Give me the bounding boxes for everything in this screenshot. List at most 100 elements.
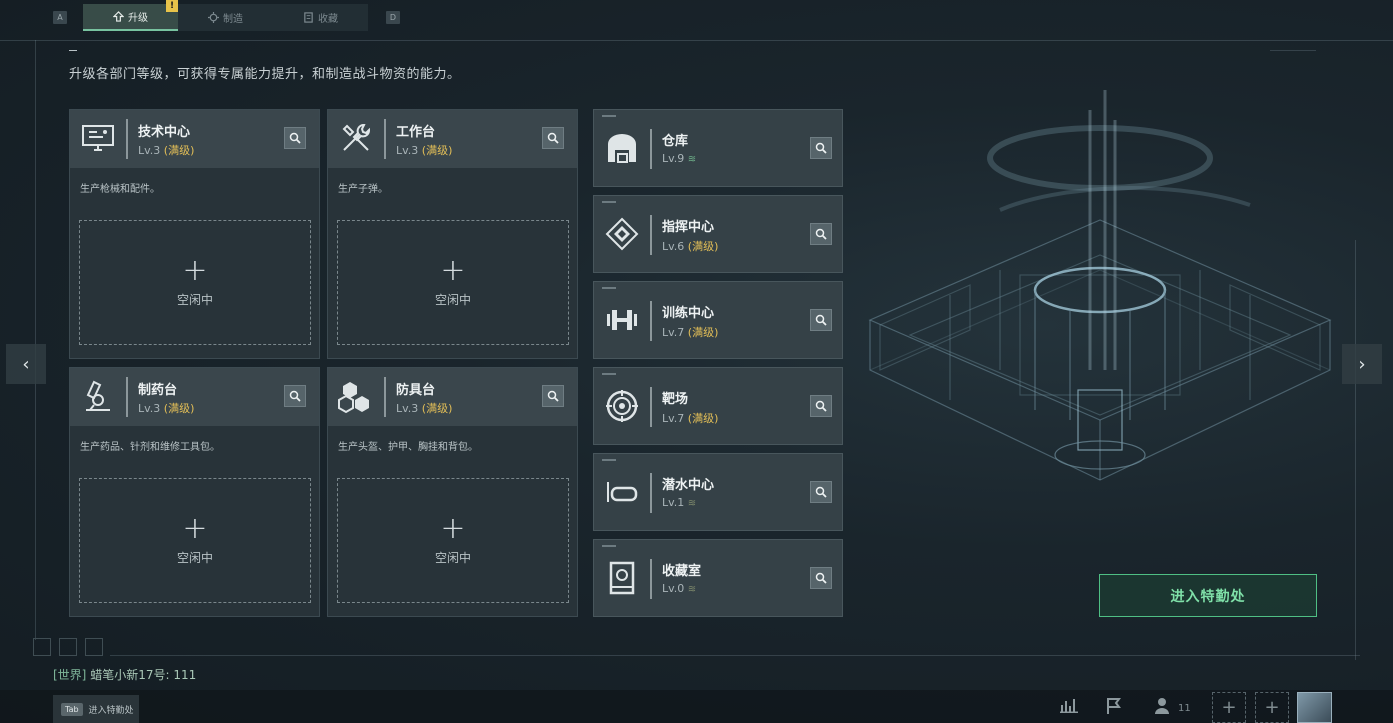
department-card-command-center[interactable]: 指挥中心 Lv.6 (满级)	[593, 195, 843, 273]
station-card-header: 工作台 Lv.3 (满级)	[328, 110, 577, 168]
header-divider	[650, 559, 652, 599]
station-card-armor[interactable]: 防具台 Lv.3 (满级) 生产头盔、护甲、胸挂和背包。 + 空闲中	[327, 367, 578, 617]
max-level-tag: (满级)	[421, 144, 453, 157]
level-value: Lv.6	[662, 240, 685, 253]
department-card-collection-room[interactable]: 收藏室 Lv.0 ≋	[593, 539, 843, 617]
station-name: 技术中心	[138, 125, 191, 140]
inspect-button[interactable]	[810, 223, 832, 245]
department-level: Lv.0 ≋	[662, 582, 696, 595]
inspect-button[interactable]	[810, 481, 832, 503]
search-icon	[815, 142, 827, 154]
inspect-button[interactable]	[542, 385, 564, 407]
enter-special-ops-button[interactable]: 进入特勤处	[1099, 574, 1317, 617]
card-tick	[602, 201, 616, 203]
armor-blocks-icon	[338, 382, 369, 414]
department-level: Lv.6 (满级)	[662, 238, 718, 254]
inspect-button[interactable]	[810, 395, 832, 417]
level-value: Lv.0	[662, 582, 685, 595]
add-icon: +	[440, 511, 466, 546]
upgrade-arrow-icon: ≋	[687, 154, 697, 165]
tab-shortcut-hint[interactable]: Tab 进入特勤处	[53, 695, 139, 723]
chat-message: [世界] 蜡笔小新17号: 111	[53, 668, 197, 682]
slot-status: 空闲中	[434, 293, 471, 307]
tab-craft[interactable]: 制造	[178, 4, 273, 31]
department-name: 潜水中心	[662, 478, 715, 493]
friends-icon[interactable]	[1153, 697, 1175, 719]
department-name: 收藏室	[662, 564, 702, 579]
station-card-pharmacy[interactable]: 制药台 Lv.3 (满级) 生产药品、针剂和维修工具包。 + 空闲中	[69, 367, 320, 617]
header-divider	[384, 119, 386, 159]
header-divider	[126, 377, 128, 417]
station-card-tech-center[interactable]: 技术中心 Lv.3 (满级) 生产枪械和配件。 + 空闲中	[69, 109, 320, 359]
max-level-tag: (满级)	[421, 402, 453, 415]
station-card-workbench[interactable]: 工作台 Lv.3 (满级) 生产子弹。 + 空闲中	[327, 109, 578, 359]
station-description: 生产头盔、护甲、胸挂和背包。	[338, 442, 478, 453]
inspect-button[interactable]	[810, 309, 832, 331]
inspect-button[interactable]	[810, 137, 832, 159]
stats-bar-chart-icon[interactable]	[1058, 697, 1080, 719]
station-description: 生产药品、针剂和维修工具包。	[80, 442, 220, 453]
add-teammate-button[interactable]: +	[1255, 692, 1289, 723]
command-chip-icon	[605, 217, 639, 251]
target-icon	[606, 390, 638, 422]
station-level: Lv.3 (满级)	[138, 400, 194, 416]
production-slot[interactable]: + 空闲中	[337, 478, 569, 603]
department-name: 指挥中心	[662, 220, 715, 235]
frame-box	[85, 638, 103, 656]
add-teammate-button[interactable]: +	[1212, 692, 1246, 723]
warehouse-icon	[608, 134, 636, 163]
station-card-header: 制药台 Lv.3 (满级)	[70, 368, 319, 426]
friend-count: 11	[1178, 703, 1191, 714]
department-card-training-center[interactable]: 训练中心 Lv.7 (满级)	[593, 281, 843, 359]
collection-room-icon	[609, 561, 635, 595]
upgrade-icon	[113, 11, 124, 22]
station-level: Lv.3 (满级)	[396, 142, 452, 158]
tab-prev-key-hint[interactable]: A	[53, 11, 67, 24]
flag-icon[interactable]	[1103, 697, 1125, 719]
production-slot[interactable]: + 空闲中	[337, 220, 569, 345]
card-tick	[602, 373, 616, 375]
upgrade-arrow-icon: ≋	[687, 498, 697, 509]
chat-channel: [世界]	[53, 668, 87, 682]
production-slot[interactable]: + 空闲中	[79, 478, 311, 603]
level-value: Lv.3	[138, 402, 161, 415]
frame-line	[1355, 240, 1356, 660]
department-card-diving-center[interactable]: 潜水中心 Lv.1 ≋	[593, 453, 843, 531]
department-level: Lv.1 ≋	[662, 496, 696, 509]
max-level-tag: (满级)	[163, 402, 195, 415]
inspect-button[interactable]	[284, 385, 306, 407]
level-value: Lv.7	[662, 326, 685, 339]
department-card-shooting-range[interactable]: 靶场 Lv.7 (满级)	[593, 367, 843, 445]
header-divider	[650, 387, 652, 427]
search-icon	[815, 400, 827, 412]
tab-collection[interactable]: 收藏	[273, 4, 368, 31]
inspect-button[interactable]	[284, 127, 306, 149]
tab-next-key-hint[interactable]: D	[386, 11, 400, 24]
chat-sender[interactable]: 蜡笔小新17号	[90, 668, 165, 682]
department-name: 靶场	[662, 392, 689, 407]
diving-mask-icon	[607, 482, 638, 502]
station-name: 制药台	[138, 383, 178, 398]
craft-icon	[208, 12, 219, 23]
department-name: 训练中心	[662, 306, 715, 321]
tab-upgrade[interactable]: 升级 !	[83, 0, 178, 31]
max-level-tag: (满级)	[163, 144, 195, 157]
header-divider	[384, 377, 386, 417]
production-slot[interactable]: + 空闲中	[79, 220, 311, 345]
prev-page-button[interactable]: ‹	[6, 344, 46, 384]
tab-upgrade-label: 升级	[128, 13, 148, 24]
avatar[interactable]	[1297, 692, 1332, 723]
card-tick	[602, 115, 616, 117]
department-card-warehouse[interactable]: 仓库 Lv.9 ≋	[593, 109, 843, 187]
chevron-right-icon: ›	[1358, 353, 1366, 375]
search-icon	[547, 390, 559, 402]
inspect-button[interactable]	[810, 567, 832, 589]
chevron-left-icon: ‹	[22, 353, 30, 375]
frame-box	[59, 638, 77, 656]
inspect-button[interactable]	[542, 127, 564, 149]
card-tick	[602, 459, 616, 461]
microscope-icon	[86, 380, 110, 411]
frame-tick	[69, 50, 77, 51]
level-value: Lv.3	[396, 144, 419, 157]
frame-line	[0, 40, 1393, 41]
